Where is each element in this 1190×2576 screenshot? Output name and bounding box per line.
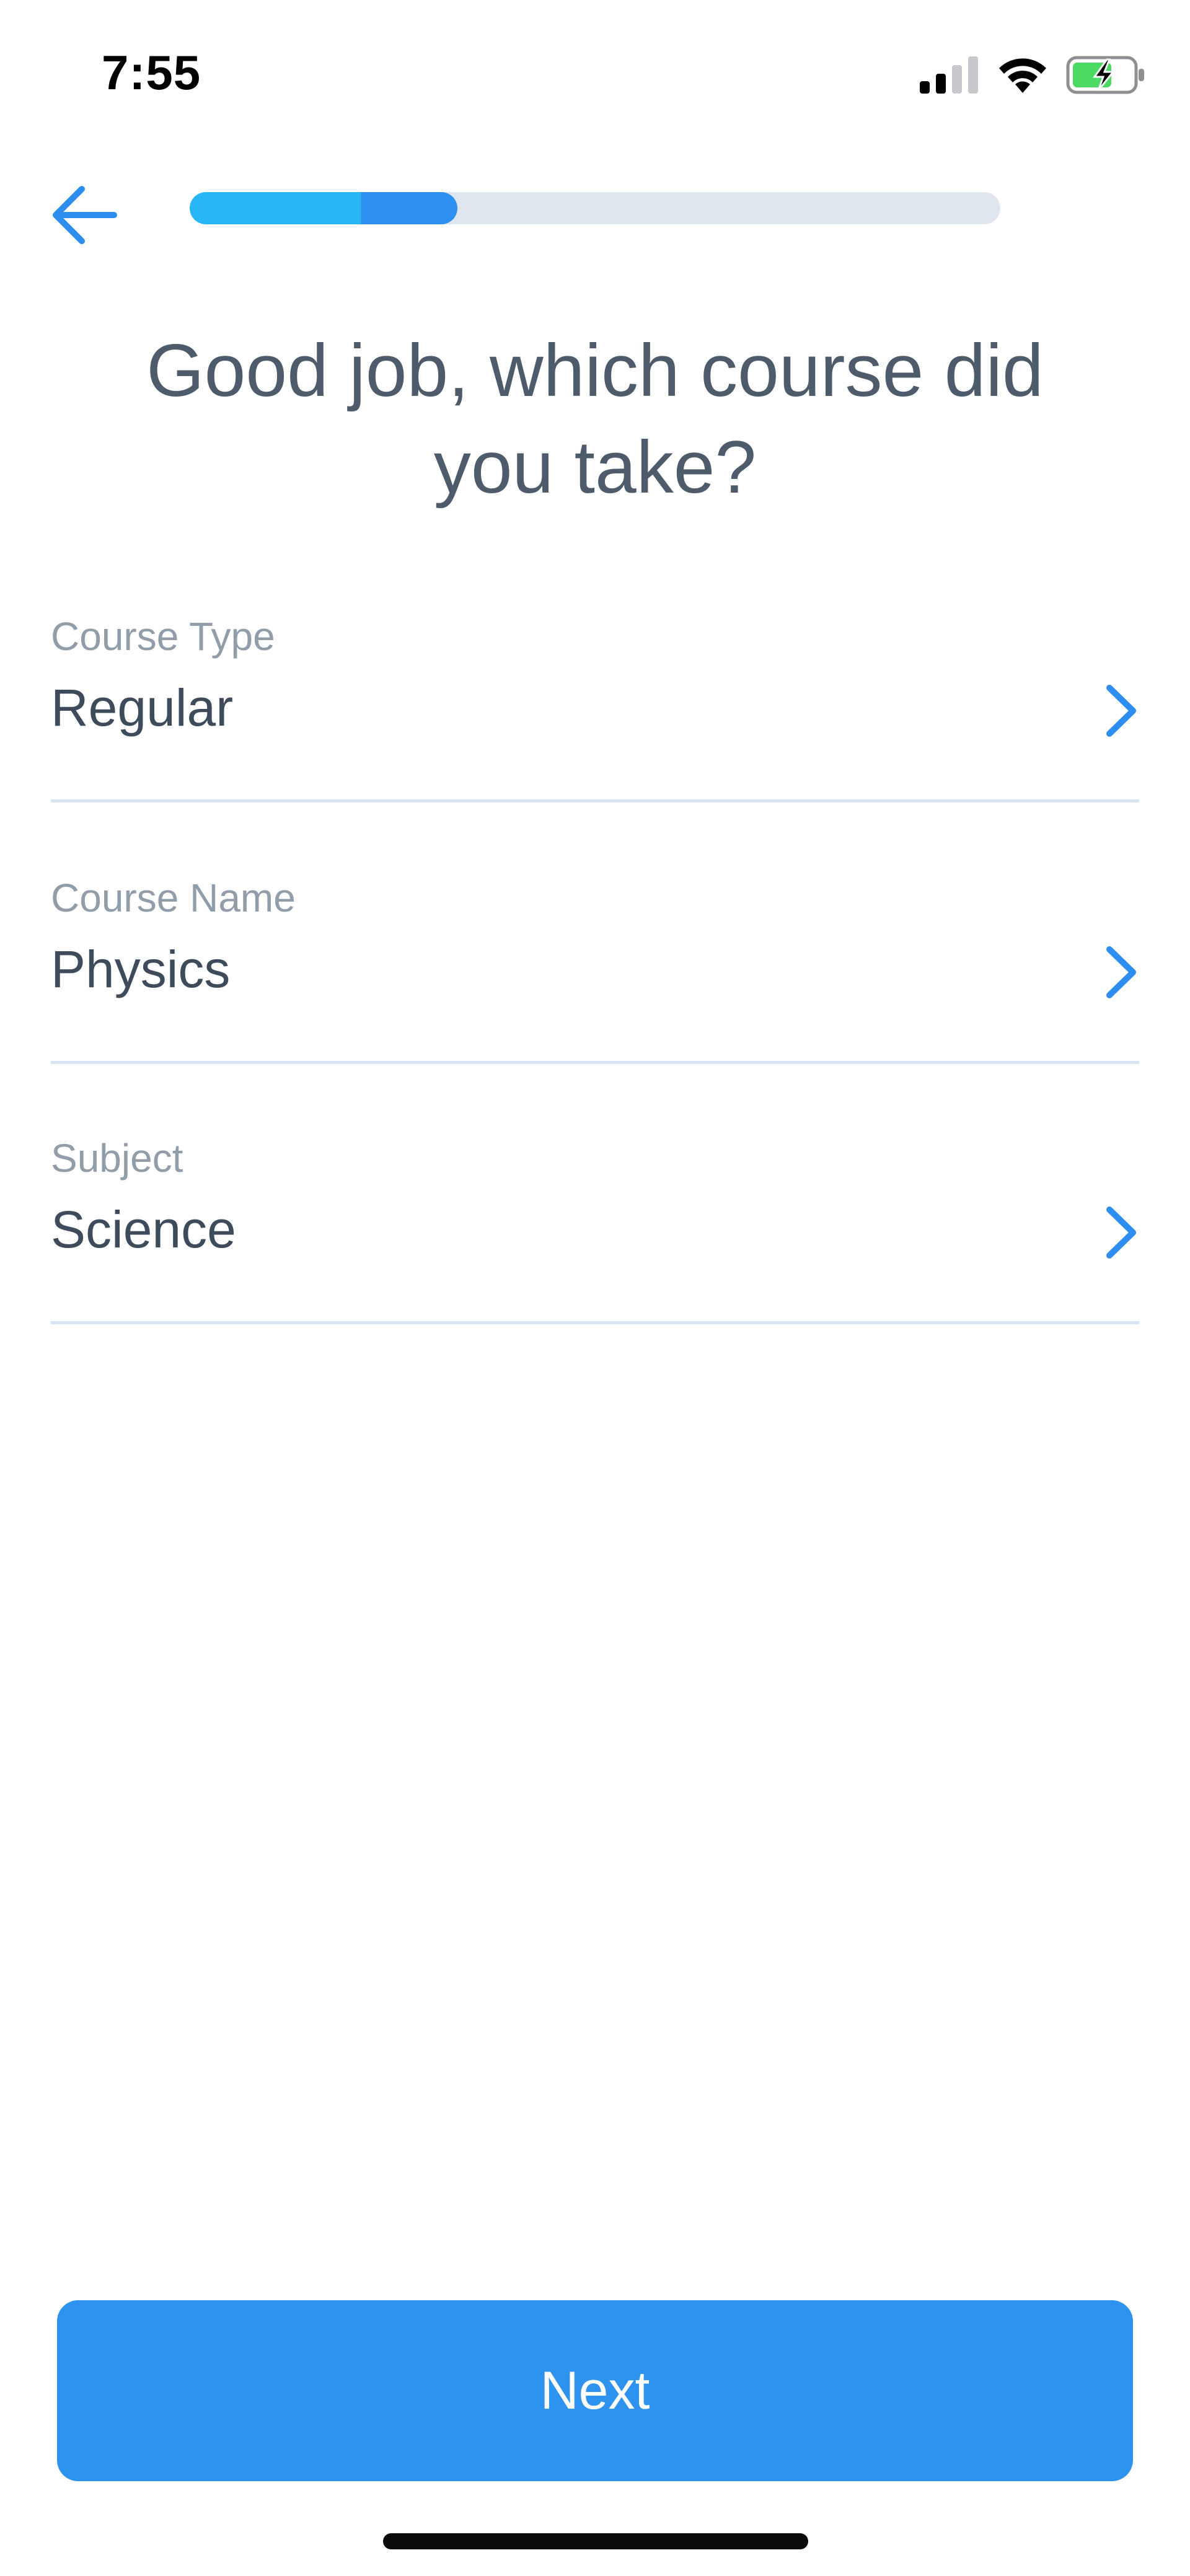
chevron-right-icon [1106, 685, 1136, 737]
status-time: 7:55 [102, 45, 201, 100]
course-type-field[interactable]: Course Type Regular [51, 613, 1139, 802]
subject-field[interactable]: Subject Science [51, 1135, 1139, 1324]
status-bar: 7:55 [0, 0, 1190, 146]
nav-bar [0, 161, 1190, 254]
back-button[interactable] [43, 175, 124, 255]
arrow-left-icon [53, 186, 117, 244]
chevron-right-icon [1106, 946, 1136, 998]
home-indicator [383, 2533, 808, 2549]
field-label: Subject [51, 1136, 183, 1180]
wifi-icon [999, 58, 1046, 93]
next-button[interactable]: Next [57, 2300, 1133, 2481]
progress-fill [190, 192, 457, 224]
field-label: Course Type [51, 614, 275, 659]
course-name-field[interactable]: Course Name Physics [51, 875, 1139, 1064]
page-title: Good job, which course did you take? [146, 329, 1044, 509]
cellular-signal-icon [920, 56, 978, 94]
field-label: Course Name [51, 876, 296, 920]
progress-bar [190, 192, 1000, 224]
chevron-right-icon [1106, 1207, 1136, 1259]
status-icons [920, 53, 1145, 97]
field-value: Physics [51, 940, 231, 998]
field-value: Regular [51, 679, 234, 737]
field-value: Science [51, 1200, 236, 1259]
battery-charging-icon [1066, 56, 1144, 94]
